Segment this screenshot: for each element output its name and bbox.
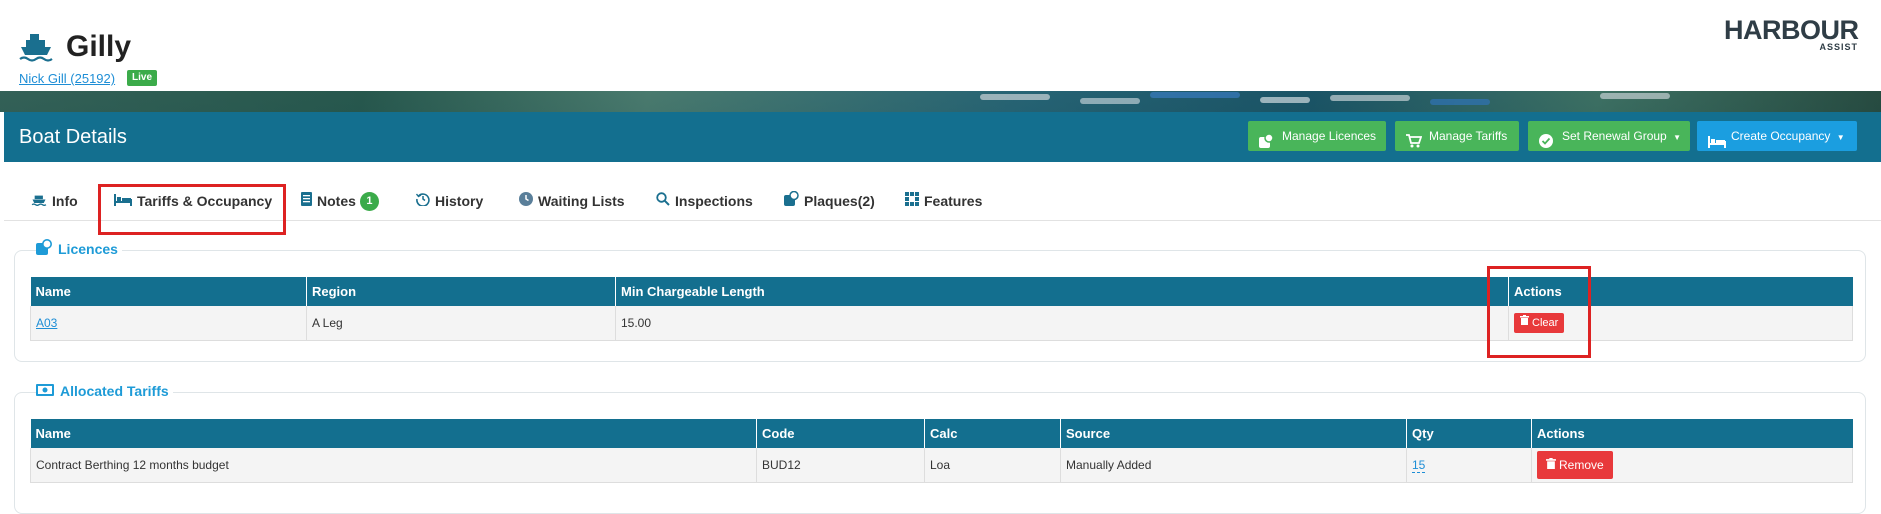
plaque-icon — [784, 182, 799, 220]
caret-down-icon: ▼ — [1673, 133, 1681, 142]
column-header: Code — [756, 419, 925, 448]
create-occupancy-button[interactable]: Create Occupancy ▼ — [1697, 121, 1857, 151]
owner-link[interactable]: Nick Gill (25192) — [19, 71, 115, 86]
clock-icon — [519, 182, 533, 220]
document-icon — [301, 182, 312, 220]
remove-button[interactable]: Remove — [1537, 451, 1613, 479]
tariff-source: Manually Added — [1060, 448, 1407, 483]
column-header: Region — [306, 277, 616, 306]
manage-licences-button[interactable]: Manage Licences — [1248, 121, 1386, 151]
allocated-tariffs-table: Name Code Calc Source Qty Actions Contra… — [30, 419, 1853, 483]
column-header: Min Chargeable Length — [615, 277, 1509, 306]
boat-details-panel: Boat Details Manage Licences Manage Tari… — [4, 112, 1881, 514]
check-circle-icon — [1539, 129, 1553, 159]
caret-down-icon: ▼ — [1836, 133, 1845, 142]
grid-icon — [905, 182, 919, 220]
tab-info[interactable]: Info — [31, 182, 78, 220]
harbour-assist-logo: HARBOUR ASSIST — [1724, 15, 1859, 52]
table-row: Contract Berthing 12 months budget BUD12… — [30, 448, 1853, 483]
boat-header: Gilly Nick Gill (25192) Live HARBOUR ASS… — [0, 0, 1881, 91]
licence-icon — [36, 239, 52, 258]
money-icon — [36, 383, 54, 399]
column-header: Actions — [1531, 419, 1853, 448]
tab-inspections[interactable]: Inspections — [656, 182, 753, 220]
set-renewal-group-button[interactable]: Set Renewal Group ▼ — [1528, 121, 1690, 151]
bed-icon — [1708, 129, 1726, 159]
boat-name: Gilly — [66, 30, 132, 63]
notes-count-badge: 1 — [359, 191, 379, 211]
licence-min-length: 15.00 — [615, 306, 1509, 341]
licences-heading: Licences — [36, 239, 122, 259]
column-header: Calc — [924, 419, 1061, 448]
tab-history[interactable]: History — [415, 182, 483, 220]
magnifier-icon — [656, 182, 670, 220]
tab-notes[interactable]: Notes 1 — [301, 182, 379, 220]
tariff-calc: Loa — [924, 448, 1061, 483]
licence-name-link[interactable]: A03 — [36, 316, 57, 330]
trash-icon — [1546, 451, 1556, 479]
highlight-tariffs-tab — [98, 184, 286, 235]
table-header-row: Name Code Calc Source Qty Actions — [30, 419, 1853, 448]
column-header: Source — [1060, 419, 1407, 448]
cart-icon — [1406, 129, 1423, 159]
tab-waiting-lists[interactable]: Waiting Lists — [519, 182, 625, 220]
column-header: Qty — [1406, 419, 1532, 448]
tab-features[interactable]: Features — [905, 182, 982, 220]
column-header: Name — [30, 419, 757, 448]
licence-icon — [1259, 129, 1274, 159]
boat-icon — [31, 182, 47, 220]
highlight-actions-column — [1487, 266, 1591, 358]
panel-header: Boat Details Manage Licences Manage Tari… — [4, 112, 1881, 162]
tariff-qty-editable[interactable]: 15 — [1412, 458, 1426, 473]
column-header: Name — [30, 277, 307, 306]
panel-title: Boat Details — [19, 126, 127, 148]
boat-icon — [19, 32, 53, 65]
history-icon — [415, 182, 430, 220]
manage-tariffs-button[interactable]: Manage Tariffs — [1395, 121, 1519, 151]
allocated-tariffs-heading: Allocated Tariffs — [36, 383, 173, 399]
tariff-code: BUD12 — [756, 448, 925, 483]
tab-plaques[interactable]: Plaques(2) — [784, 182, 875, 220]
status-badge: Live — [127, 70, 158, 86]
licence-region: A Leg — [306, 306, 616, 341]
tariff-name: Contract Berthing 12 months budget — [30, 448, 757, 483]
